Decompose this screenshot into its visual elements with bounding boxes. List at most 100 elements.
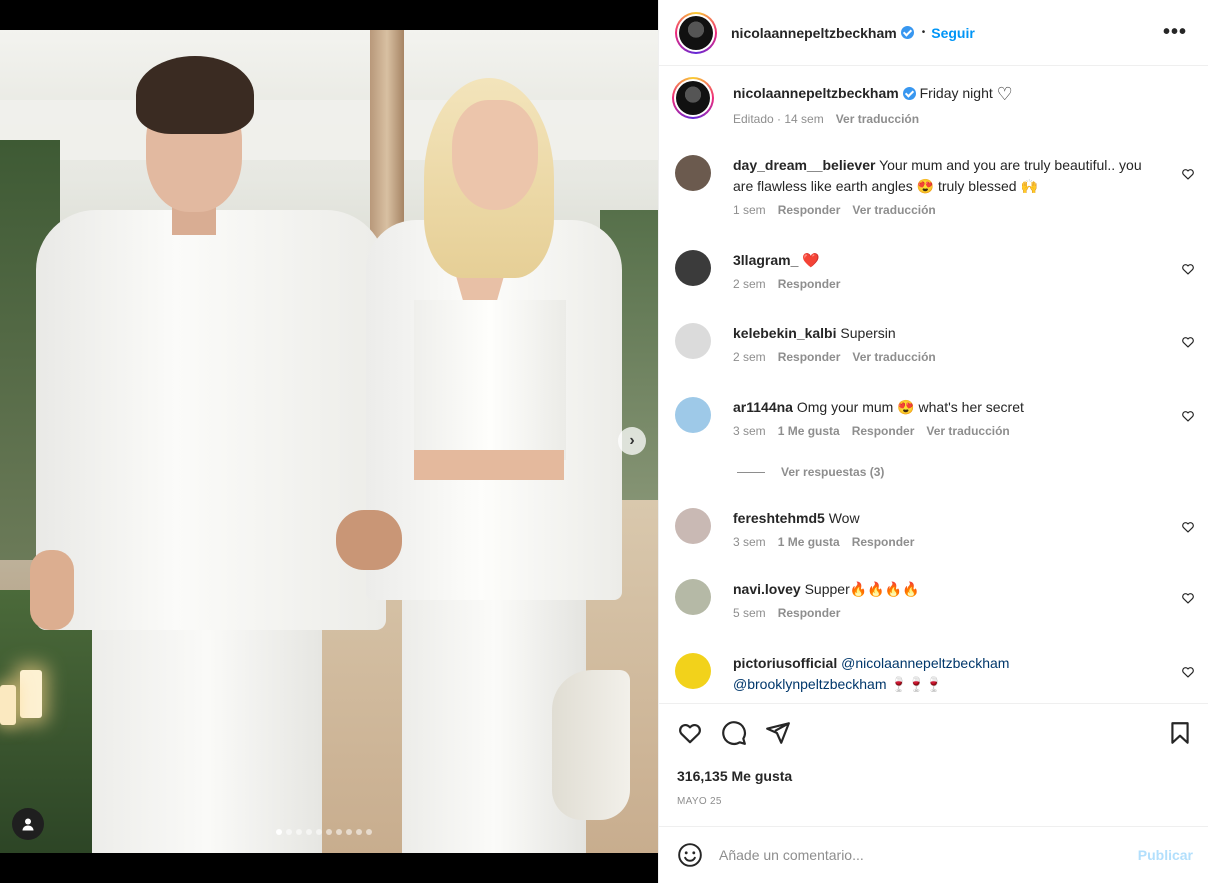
commenter-avatar[interactable] <box>675 508 711 544</box>
author-username[interactable]: nicolaannepeltzbeckham <box>731 25 897 41</box>
comment-meta: 1 sem Responder Ver traducción <box>733 203 936 217</box>
comments-list[interactable]: nicolaannepeltzbeckham Friday night ♡ Ed… <box>659 67 1208 703</box>
commenter-avatar[interactable] <box>675 250 711 286</box>
carousel-dot <box>286 829 292 835</box>
heart-icon[interactable] <box>1181 262 1195 276</box>
comment-icon[interactable] <box>721 720 747 746</box>
translate-link[interactable]: Ver traducción <box>852 350 935 364</box>
post-header: nicolaannepeltzbeckham • Seguir ••• <box>659 0 1208 66</box>
emoji-icon[interactable] <box>677 842 703 868</box>
comment-body: Omg your mum 😍 what's her secret <box>796 399 1024 415</box>
photo-handbag <box>552 670 630 820</box>
commenter-username[interactable]: pictoriusofficial <box>733 655 837 671</box>
comment-time: 5 sem <box>733 606 766 620</box>
commenter-username[interactable]: ar1144na <box>733 399 793 415</box>
comment-row: day_dream__believer Your mum and you are… <box>675 155 1195 217</box>
commenter-username[interactable]: kelebekin_kalbi <box>733 325 837 341</box>
reply-button[interactable]: Responder <box>778 203 841 217</box>
comment-meta: 3 sem 1 Me gusta Responder Ver traducción <box>733 424 1010 438</box>
replies-line <box>737 472 765 473</box>
mention-link[interactable]: @brooklynpeltzbeckham <box>733 676 887 692</box>
more-options-icon[interactable]: ••• <box>1163 22 1187 42</box>
commenter-username[interactable]: fereshtehmd5 <box>733 510 825 526</box>
photo-man-legs <box>92 610 322 853</box>
carousel-dot <box>296 829 302 835</box>
bookmark-icon[interactable] <box>1167 720 1193 746</box>
comment-time: 3 sem <box>733 535 766 549</box>
comment-meta: 5 sem Responder <box>733 606 840 620</box>
reply-button[interactable]: Responder <box>778 277 841 291</box>
caption-translate-link[interactable]: Ver traducción <box>836 112 919 126</box>
follow-button[interactable]: Seguir <box>931 25 975 41</box>
comment-row: ar1144na Omg your mum 😍 what's her secre… <box>675 397 1195 453</box>
heart-icon[interactable] <box>1181 409 1195 423</box>
share-icon[interactable] <box>765 720 791 746</box>
view-replies-link[interactable]: Ver respuestas (3) <box>781 465 884 479</box>
photo-man-suit <box>36 210 386 630</box>
heart-icon[interactable] <box>1181 167 1195 181</box>
comment-body: Wow <box>828 510 860 526</box>
commenter-avatar[interactable] <box>675 397 711 433</box>
comment-composer: Publicar <box>659 826 1208 883</box>
comment-text: fereshtehmd5 Wow <box>733 508 1163 529</box>
translate-link[interactable]: Ver traducción <box>926 424 1009 438</box>
carousel-dot <box>306 829 312 835</box>
comment-body: Supper🔥🔥🔥🔥 <box>804 581 920 597</box>
carousel-dot <box>336 829 342 835</box>
comment-meta: 2 sem Responder <box>733 277 840 291</box>
heart-icon[interactable] <box>1181 335 1195 349</box>
comment-likes[interactable]: 1 Me gusta <box>778 535 840 549</box>
comment-meta: 2 sem Responder Ver traducción <box>733 350 936 364</box>
comment-row: fereshtehmd5 Wow 3 sem 1 Me gusta Responder <box>675 508 1195 564</box>
reply-button[interactable]: Responder <box>852 424 915 438</box>
heart-icon[interactable] <box>1181 591 1195 605</box>
post-actions: 316,135 Me gusta MAYO 25 <box>659 703 1208 826</box>
user-tags-button[interactable] <box>12 808 44 840</box>
comment-text: 3llagram_ ❤️ <box>733 250 1163 271</box>
commenter-username[interactable]: navi.lovey <box>733 581 801 597</box>
publish-button[interactable]: Publicar <box>1138 847 1193 863</box>
caption-username[interactable]: nicolaannepeltzbeckham <box>733 85 899 101</box>
post-side-panel: nicolaannepeltzbeckham • Seguir ••• nico… <box>658 0 1208 883</box>
commenter-avatar[interactable] <box>675 155 711 191</box>
author-avatar[interactable] <box>675 11 717 54</box>
comment-time: 1 sem <box>733 203 766 217</box>
commenter-username[interactable]: day_dream__believer <box>733 157 875 173</box>
caption-avatar[interactable] <box>672 77 714 119</box>
commenter-avatar[interactable] <box>675 323 711 359</box>
comment-input[interactable] <box>719 847 1109 863</box>
comment-meta: 3 sem 1 Me gusta Responder <box>733 535 914 549</box>
comment-body: ❤️ <box>802 252 820 268</box>
comment-time: 2 sem <box>733 350 766 364</box>
commenter-avatar[interactable] <box>675 653 711 689</box>
heart-icon[interactable] <box>1181 520 1195 534</box>
comment-suffix: 🍷🍷🍷 <box>886 676 943 692</box>
carousel-dot <box>326 829 332 835</box>
carousel-indicator <box>276 829 372 835</box>
post-media: › <box>0 0 658 883</box>
comment-row: navi.lovey Supper🔥🔥🔥🔥 5 sem Responder <box>675 579 1195 635</box>
photo-pergola <box>0 100 658 160</box>
translate-link[interactable]: Ver traducción <box>852 203 935 217</box>
carousel-next-button[interactable]: › <box>618 427 646 455</box>
likes-count[interactable]: 316,135 Me gusta <box>677 768 792 784</box>
commenter-avatar[interactable] <box>675 579 711 615</box>
view-replies-row[interactable]: Ver respuestas (3) <box>675 465 1195 481</box>
carousel-dot <box>366 829 372 835</box>
reply-button[interactable]: Responder <box>778 606 841 620</box>
photo-candle <box>0 685 16 725</box>
caption-meta: Editado · 14 sem Ver traducción <box>733 112 919 126</box>
comment-row: 3llagram_ ❤️ 2 sem Responder <box>675 250 1195 306</box>
mention-link[interactable]: @nicolaannepeltzbeckham <box>841 655 1009 671</box>
carousel-dot <box>316 829 322 835</box>
reply-button[interactable]: Responder <box>852 535 915 549</box>
photo-woman-waist <box>414 450 564 480</box>
comment-row: kelebekin_kalbi Supersin 2 sem Responder Ve… <box>675 323 1195 379</box>
heart-icon[interactable] <box>1181 665 1195 679</box>
commenter-username[interactable]: 3llagram_ <box>733 252 798 268</box>
reply-button[interactable]: Responder <box>778 350 841 364</box>
heart-icon[interactable] <box>677 720 703 746</box>
post-photo[interactable] <box>0 30 658 853</box>
photo-woman-vest <box>414 300 566 460</box>
comment-likes[interactable]: 1 Me gusta <box>778 424 840 438</box>
